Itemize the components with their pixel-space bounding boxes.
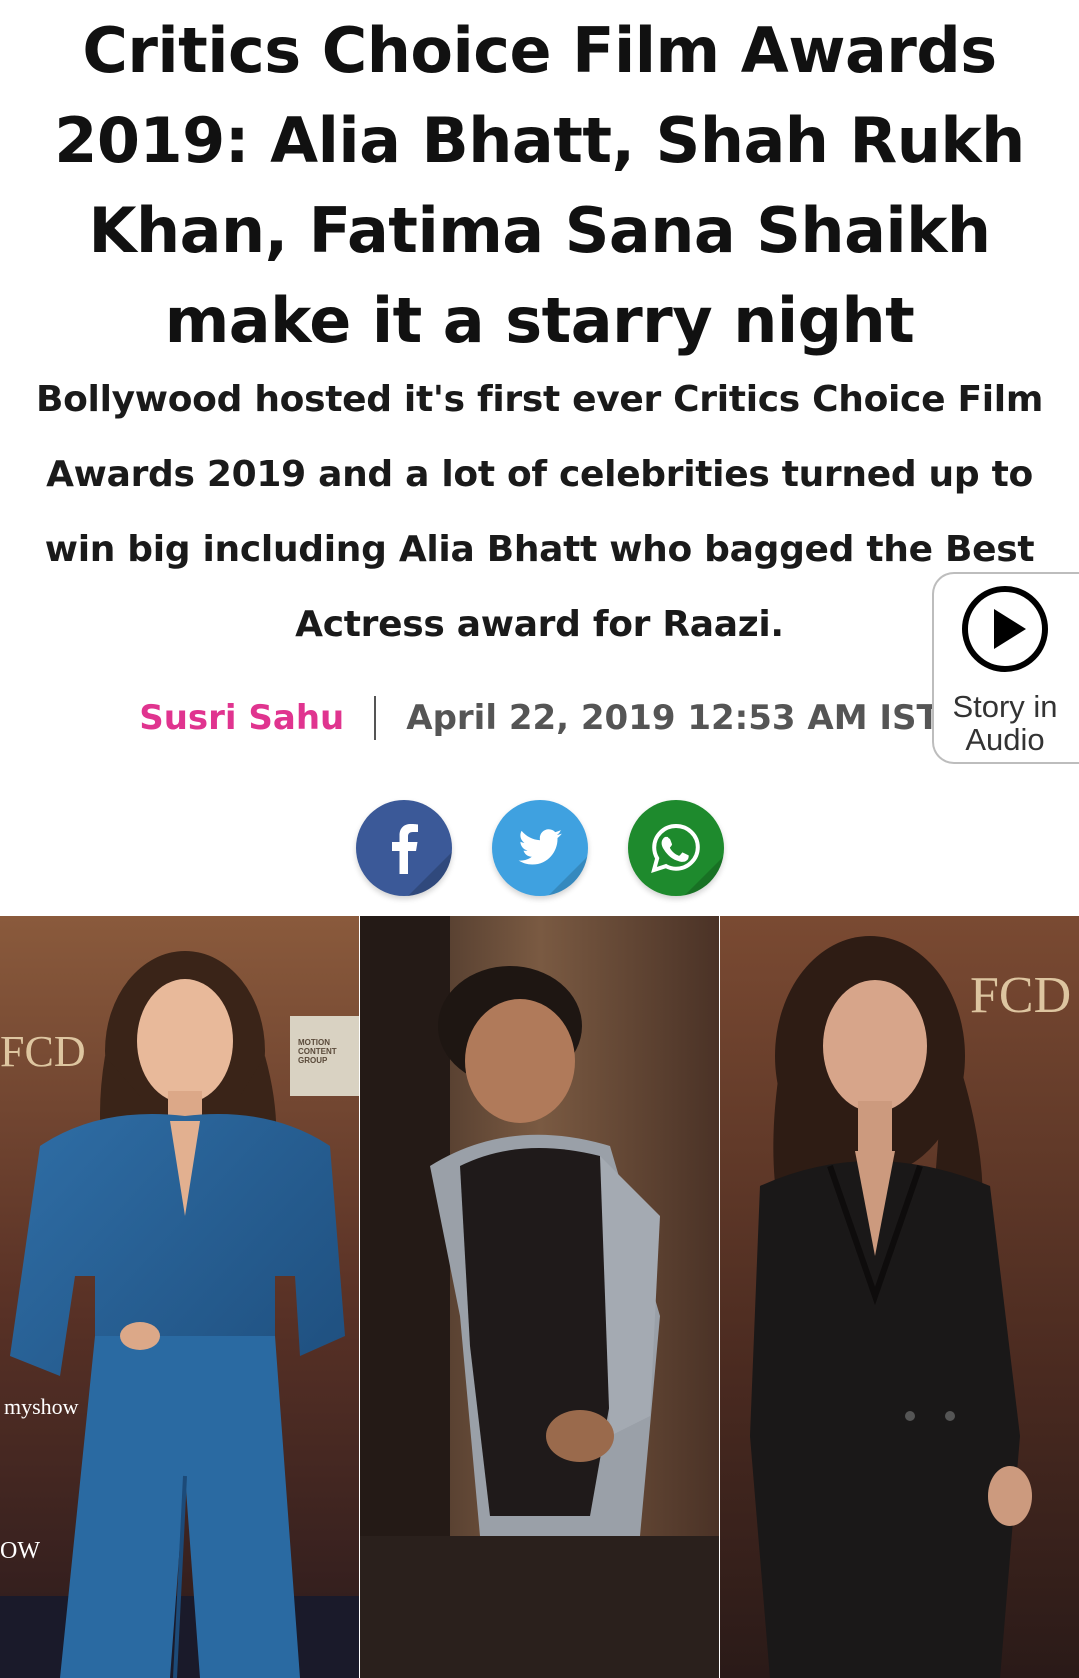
article-hero-image[interactable]: FCD myshow OW MOTION CONTENT GROUP FCD xyxy=(0,916,1079,1678)
share-buttons xyxy=(0,800,1079,896)
backdrop-motion-content: MOTION CONTENT GROUP xyxy=(298,1038,337,1065)
photo-shah-rukh-khan xyxy=(360,916,719,1678)
twitter-icon xyxy=(518,829,588,896)
story-in-audio-button[interactable]: Story in Audio xyxy=(932,572,1079,764)
publish-date: April 22, 2019 12:53 AM IST xyxy=(406,698,940,738)
article-page: Critics Choice Film Awards 2019: Alia Bh… xyxy=(0,0,1079,1678)
photo-panel-fatima-sana-shaikh: FCD xyxy=(720,916,1079,1678)
audio-label-line1: Story in xyxy=(952,689,1058,724)
audio-label: Story in Audio xyxy=(934,690,1076,756)
byline-separator xyxy=(374,696,377,740)
backdrop-logo-right: FCD xyxy=(970,967,1072,1024)
photo-fatima-sana-shaikh xyxy=(720,916,1079,1678)
article-byline: Susri Sahu April 22, 2019 12:53 AM IST xyxy=(0,690,1079,746)
article-headline: Critics Choice Film Awards 2019: Alia Bh… xyxy=(54,14,1025,357)
facebook-share-button[interactable] xyxy=(355,800,452,896)
twitter-share-button[interactable] xyxy=(491,800,588,896)
whatsapp-share-button[interactable] xyxy=(627,800,724,896)
backdrop-sponsor: myshow xyxy=(4,1394,79,1419)
whatsapp-icon xyxy=(650,823,724,896)
facebook-icon xyxy=(391,824,452,896)
article-summary: Bollywood hosted it's first ever Critics… xyxy=(35,379,1044,645)
play-circle-icon xyxy=(962,586,1048,672)
audio-label-line2: Audio xyxy=(965,722,1045,757)
photo-panel-alia-bhatt: FCD myshow OW MOTION CONTENT GROUP xyxy=(0,916,359,1678)
author-link[interactable]: Susri Sahu xyxy=(139,698,344,738)
backdrop-text-bottom: OW xyxy=(0,1538,40,1564)
backdrop-logo-left: FCD xyxy=(0,1027,86,1076)
photo-panel-shah-rukh-khan xyxy=(360,916,719,1678)
